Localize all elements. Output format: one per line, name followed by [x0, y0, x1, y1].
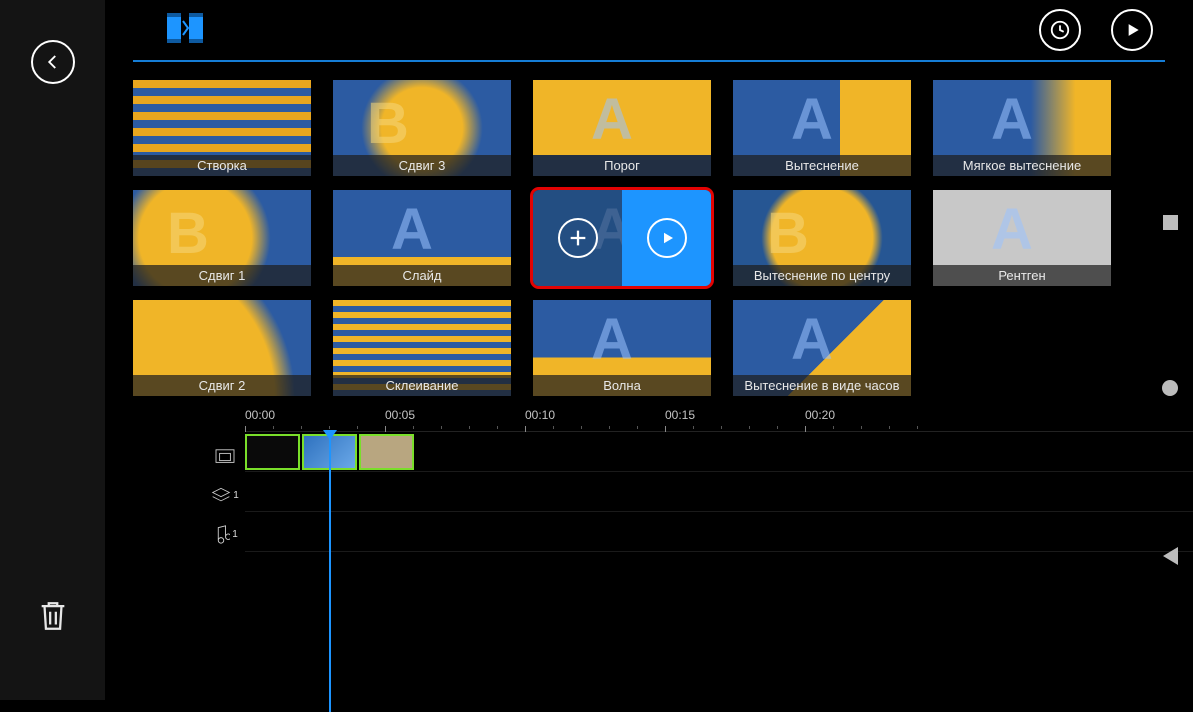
clock-icon — [1049, 19, 1071, 41]
play-icon — [658, 229, 676, 247]
transitions-icon — [165, 11, 205, 45]
time-tick: 00:00 — [245, 408, 275, 422]
track-icons: 1 1 — [205, 408, 245, 552]
transition-tile[interactable]: AВытеснение в виде часов — [733, 300, 911, 396]
transition-label: Рентген — [933, 265, 1111, 286]
main-area: СтворкаBСдвиг 3AПорогAВытеснениеAМягкое … — [105, 0, 1193, 700]
delete-button[interactable] — [36, 597, 70, 640]
duration-button[interactable] — [1039, 9, 1081, 51]
time-area[interactable]: 00:00 00:05 00:10 00:15 00:20 — [245, 408, 1193, 552]
transitions-tab[interactable] — [165, 11, 205, 50]
clip-3[interactable] — [359, 434, 414, 470]
add-transition-button[interactable] — [533, 190, 622, 286]
video-row[interactable] — [245, 432, 1193, 472]
video-track-icon[interactable] — [214, 448, 236, 466]
time-tick: 00:10 — [525, 408, 555, 422]
music-icon — [212, 524, 230, 544]
transitions-grid: СтворкаBСдвиг 3AПорогAВытеснениеAМягкое … — [105, 62, 1193, 402]
transition-label: Вытеснение по центру — [733, 265, 911, 286]
layer-track-icon[interactable]: 1 — [211, 486, 239, 504]
play-button[interactable] — [1111, 9, 1153, 51]
transition-label: Вытеснение — [733, 155, 911, 176]
timeline-rows — [245, 432, 1193, 552]
layer-row[interactable] — [245, 472, 1193, 512]
transition-label: Волна — [533, 375, 711, 396]
timeline: 1 1 00:00 00:05 00:10 00:15 00:20 — [105, 402, 1193, 552]
transition-tile[interactable]: A — [533, 190, 711, 286]
layers-icon — [211, 486, 231, 504]
transition-tile[interactable]: BСдвиг 3 — [333, 80, 511, 176]
system-back-button[interactable] — [1163, 547, 1178, 565]
transition-label: Створка — [133, 155, 311, 176]
playhead[interactable] — [329, 432, 331, 712]
transition-label: Сдвиг 2 — [133, 375, 311, 396]
back-button[interactable] — [31, 40, 75, 84]
transition-tile[interactable]: AСлайд — [333, 190, 511, 286]
transition-label: Вытеснение в виде часов — [733, 375, 911, 396]
preview-transition-button[interactable] — [622, 190, 711, 286]
transition-tile[interactable]: Сдвиг 2 — [133, 300, 311, 396]
system-nav — [1155, 0, 1185, 700]
transition-label: Склеивание — [333, 375, 511, 396]
transition-label: Порог — [533, 155, 711, 176]
transition-label: Сдвиг 3 — [333, 155, 511, 176]
transition-tile[interactable]: AРентген — [933, 190, 1111, 286]
clip-1[interactable] — [245, 434, 300, 470]
transition-label: Слайд — [333, 265, 511, 286]
audio-track-icon[interactable]: 1 — [212, 524, 238, 544]
chevron-left-icon — [44, 53, 62, 71]
film-icon — [214, 448, 236, 466]
transition-tile[interactable]: BВытеснение по центру — [733, 190, 911, 286]
transition-tile[interactable]: AМягкое вытеснение — [933, 80, 1111, 176]
play-icon — [1122, 20, 1142, 40]
transition-label: Сдвиг 1 — [133, 265, 311, 286]
transition-label: Мягкое вытеснение — [933, 155, 1111, 176]
time-tick: 00:05 — [385, 408, 415, 422]
sidebar-left — [0, 0, 105, 700]
time-tick: 00:15 — [665, 408, 695, 422]
transition-tile[interactable]: AВолна — [533, 300, 711, 396]
trash-icon — [36, 597, 70, 635]
transition-tile[interactable]: Склеивание — [333, 300, 511, 396]
system-recents-button[interactable] — [1163, 215, 1178, 230]
audio-count: 1 — [232, 529, 238, 540]
transition-tile[interactable]: AВытеснение — [733, 80, 911, 176]
transition-tile[interactable]: BСдвиг 1 — [133, 190, 311, 286]
time-ruler[interactable]: 00:00 00:05 00:10 00:15 00:20 — [245, 408, 1193, 432]
time-tick: 00:20 — [805, 408, 835, 422]
audio-row[interactable] — [245, 512, 1193, 552]
layer-count: 1 — [233, 490, 239, 501]
transition-tile[interactable]: Створка — [133, 80, 311, 176]
system-home-button[interactable] — [1162, 380, 1178, 396]
toolbar — [105, 0, 1193, 60]
transition-tile[interactable]: AПорог — [533, 80, 711, 176]
plus-icon — [567, 227, 589, 249]
